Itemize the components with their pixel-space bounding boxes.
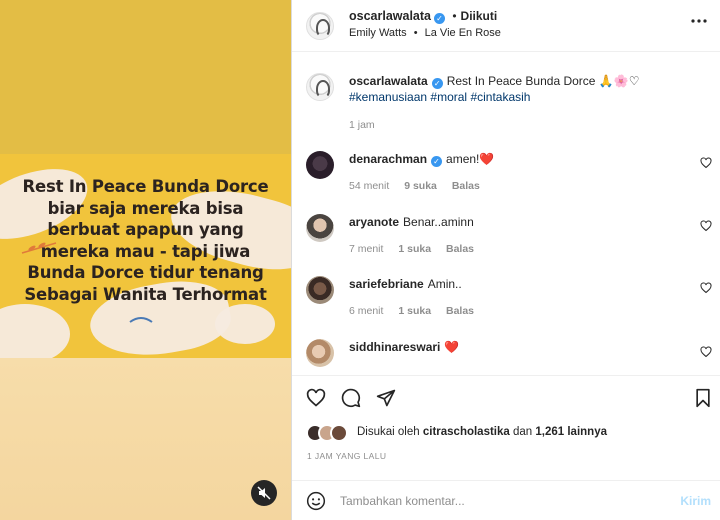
avatar[interactable] — [306, 276, 334, 304]
comment-username[interactable]: sariefebriane — [349, 277, 424, 291]
liker-username[interactable]: citrascholastika — [423, 426, 510, 438]
heart-emoji: ❤️ — [444, 340, 460, 354]
caption: oscarlawalata ✓ Rest In Peace Bunda Dorce … — [292, 73, 720, 143]
emoji-icon[interactable] — [306, 491, 326, 511]
comment-meta: 6 menit 1 suka Balas — [349, 305, 486, 317]
comment-time[interactable]: 7 menit — [349, 243, 383, 255]
comment-text: amen! — [446, 152, 480, 166]
quote-line: Sebagai Wanita Terhormat — [24, 284, 267, 304]
avatar[interactable] — [306, 151, 334, 179]
hashtag[interactable]: #kemanusiaan — [349, 90, 427, 104]
audio-separator: • — [413, 27, 418, 39]
caption-body: oscarlawalata ✓ Rest In Peace Bunda Dorce … — [349, 73, 681, 105]
likes-others[interactable]: 1,261 lainnya — [535, 426, 607, 438]
likes-conj: dan — [513, 426, 533, 438]
caption-username[interactable]: oscarlawalata — [349, 74, 428, 88]
comment-username[interactable]: denarachman — [349, 152, 427, 166]
hashtag[interactable]: #moral — [430, 90, 467, 104]
media-background-top — [0, 0, 291, 154]
reply-button[interactable]: Balas — [446, 243, 474, 255]
share-icon[interactable] — [376, 388, 396, 408]
hashtag[interactable]: #cintakasih — [470, 90, 530, 104]
avatar[interactable] — [306, 214, 334, 242]
reply-button[interactable]: Balas — [452, 180, 480, 192]
comments-list[interactable]: oscarlawalata ✓ Rest In Peace Bunda Dorce … — [292, 53, 720, 375]
like-comment-icon[interactable] — [700, 282, 712, 294]
liker-avatars — [306, 424, 352, 442]
header-username[interactable]: oscarlawalata — [349, 9, 431, 23]
avatar — [330, 424, 348, 442]
comment-item: sariefebriane Amin.. 6 menit 1 suka Balas — [292, 276, 720, 326]
comment-likes[interactable]: 1 suka — [398, 305, 431, 317]
caption-text: Rest In Peace Bunda Dorce — [446, 74, 596, 88]
caption-emojis: 🙏🌸♡ — [598, 74, 640, 88]
comment-icon[interactable] — [341, 388, 361, 408]
dove-eye-icon — [129, 317, 153, 323]
send-comment-button[interactable]: Kirim — [680, 494, 711, 508]
verified-badge-icon: ✓ — [431, 78, 443, 89]
audio-attribution[interactable]: Emily Watts • La Vie En Rose — [349, 27, 501, 39]
comment-likes[interactable]: 9 suka — [404, 180, 437, 192]
dove-tail-shape — [0, 304, 70, 358]
quote-text: Rest In Peace Bunda Dorce biar saja mere… — [0, 176, 291, 305]
comment-item: denarachman ✓ amen!❤️ 54 menit 9 suka Bala… — [292, 151, 720, 201]
comment-meta: 7 menit 1 suka Balas — [349, 243, 486, 255]
like-comment-icon[interactable] — [700, 346, 712, 358]
comment-time[interactable]: 6 menit — [349, 305, 383, 317]
follow-status-button[interactable]: Diikuti — [461, 9, 498, 23]
quote-line: berbuat apapun yang — [47, 220, 244, 239]
mute-button[interactable] — [251, 480, 277, 506]
verified-badge-icon: ✓ — [431, 156, 443, 167]
caption-meta: 1 jam — [349, 119, 387, 131]
avatar[interactable] — [306, 339, 334, 367]
comment-username[interactable]: aryanote — [349, 215, 399, 229]
comment-body: aryanote Benar..aminn — [349, 214, 681, 230]
comment-item: aryanote Benar..aminn 7 menit 1 suka Bala… — [292, 214, 720, 264]
comment-item: siddhinareswari ❤️ — [292, 339, 720, 375]
avatar[interactable] — [306, 73, 334, 101]
post-details-panel: oscarlawalata ✓ • Diikuti Emily Watts • La… — [291, 0, 720, 520]
like-icon[interactable] — [306, 388, 326, 408]
bookmark-icon[interactable] — [693, 388, 713, 408]
post-header: oscarlawalata ✓ • Diikuti Emily Watts • La… — [292, 0, 720, 52]
comment-likes[interactable]: 1 suka — [398, 243, 431, 255]
likes-prefix: Disukai oleh — [357, 426, 420, 438]
add-comment-bar: Kirim — [292, 480, 720, 520]
comment-body: denarachman ✓ amen!❤️ — [349, 151, 681, 167]
comment-meta: 54 menit 9 suka Balas — [349, 180, 492, 192]
speaker-muted-icon — [257, 486, 271, 500]
verified-badge-icon: ✓ — [434, 13, 445, 24]
avatar[interactable] — [306, 12, 334, 40]
likes-summary[interactable]: Disukai oleh citrascholastika dan 1,261 … — [357, 426, 607, 438]
comment-text: Amin.. — [427, 277, 462, 291]
heart-emoji: ❤️ — [479, 152, 495, 166]
post-timestamp[interactable]: 1 JAM YANG LALU — [307, 451, 386, 461]
comment-username[interactable]: siddhinareswari — [349, 340, 440, 354]
reply-button[interactable]: Balas — [446, 305, 474, 317]
media-background-bottom — [0, 358, 291, 520]
audio-title: La Vie En Rose — [424, 27, 501, 39]
quote-card: Rest In Peace Bunda Dorce biar saja mere… — [0, 154, 291, 358]
audio-artist: Emily Watts — [349, 27, 407, 39]
header-separator: • — [452, 9, 457, 23]
like-comment-icon[interactable] — [700, 220, 712, 232]
quote-line: Bunda Dorce tidur tenang — [27, 263, 264, 282]
comment-input[interactable] — [340, 490, 670, 512]
post-media[interactable]: Rest In Peace Bunda Dorce biar saja mere… — [0, 0, 291, 520]
comment-text: Benar..aminn — [403, 215, 474, 229]
quote-line: biar saja mereka bisa — [47, 198, 244, 218]
post-actions: Disukai oleh citrascholastika dan 1,261 … — [292, 375, 720, 520]
cloud-shape — [215, 304, 275, 344]
header-user-line: oscarlawalata ✓ • Diikuti — [349, 9, 497, 24]
like-comment-icon[interactable] — [700, 157, 712, 169]
quote-line: mereka mau - tapi jiwa — [40, 241, 251, 261]
caption-time[interactable]: 1 jam — [349, 119, 375, 131]
quote-line: Rest In Peace Bunda Dorce — [22, 177, 269, 196]
more-options-icon[interactable] — [691, 14, 707, 28]
comment-time[interactable]: 54 menit — [349, 180, 389, 192]
comment-body: siddhinareswari ❤️ — [349, 339, 681, 355]
comment-body: sariefebriane Amin.. — [349, 276, 681, 292]
